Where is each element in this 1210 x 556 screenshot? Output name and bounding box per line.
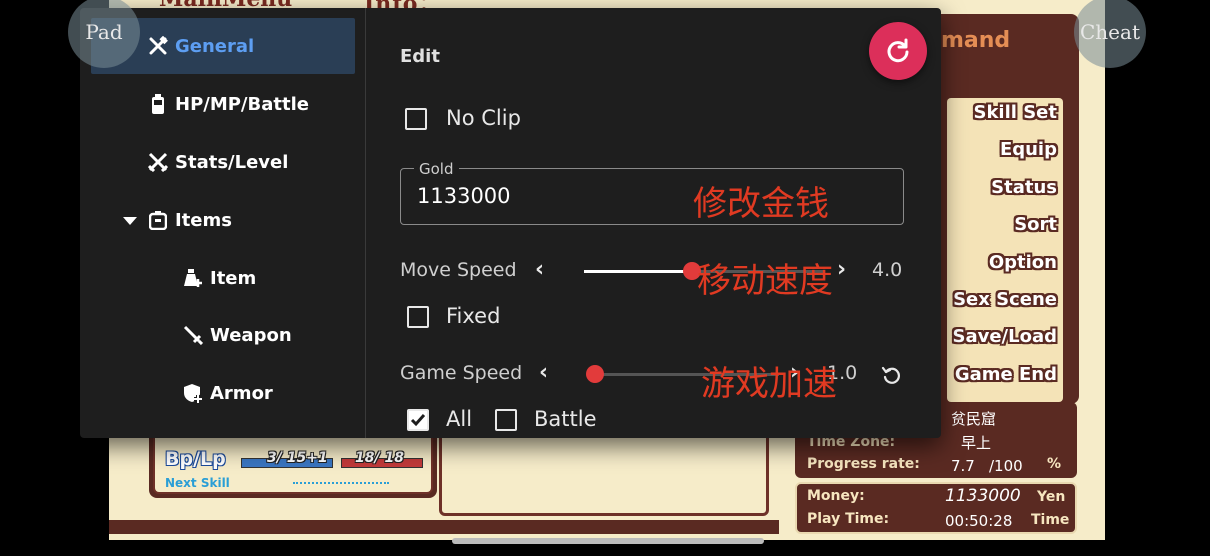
sword-icon bbox=[182, 324, 204, 346]
bp-lp-label: Bp/Lp bbox=[165, 448, 226, 470]
command-title: mand bbox=[941, 28, 1011, 53]
home-indicator bbox=[452, 538, 764, 544]
sidebar-item-label: Items bbox=[175, 209, 232, 231]
game-speed-annotation: 游戏加速 bbox=[701, 364, 837, 404]
reset-speed-button[interactable] bbox=[881, 364, 903, 390]
command-sort[interactable]: Sort bbox=[1014, 214, 1057, 235]
play-time-label: Play Time: bbox=[807, 511, 890, 527]
money-value: 1133000 bbox=[945, 486, 1021, 506]
game-speed-label: Game Speed bbox=[400, 362, 523, 384]
edit-panel: Edit No Clip Gold 1133000 修改金钱 Move Spee… bbox=[367, 8, 941, 438]
sidebar-item-label: Weapon bbox=[210, 324, 292, 346]
bag-icon bbox=[147, 209, 169, 231]
move-speed-value: 4.0 bbox=[872, 259, 903, 281]
progress-unit: % bbox=[1047, 456, 1062, 472]
move-speed-increase-button[interactable]: › bbox=[837, 257, 846, 282]
sidebar-item-label: Armor bbox=[210, 382, 273, 404]
game-speed-slider-thumb[interactable] bbox=[586, 365, 604, 383]
sidebar-item-item[interactable]: Item bbox=[91, 250, 355, 306]
sidebar-item-hp-mp-battle[interactable]: HP/MP/Battle bbox=[91, 76, 355, 132]
sidebar-item-weapon[interactable]: Weapon bbox=[91, 307, 355, 363]
game-bottom-frame bbox=[109, 520, 779, 534]
bp-value: 3/ 15+1 bbox=[267, 450, 328, 466]
next-skill-bar bbox=[293, 482, 389, 484]
crossed-swords-icon bbox=[147, 151, 169, 173]
info-panel bbox=[439, 430, 769, 516]
sidebar-item-label: General bbox=[175, 35, 255, 57]
lp-value: 18/ 18 bbox=[355, 450, 404, 466]
all-label: All bbox=[446, 407, 473, 431]
move-speed-decrease-button[interactable]: ‹ bbox=[535, 257, 544, 282]
command-save-load[interactable]: Save/Load bbox=[953, 326, 1058, 347]
progress-value: 7.7 bbox=[951, 457, 975, 475]
progress-label: Progress rate: bbox=[807, 456, 920, 472]
command-list: Skill Set Equip Status Sort Option Sex S… bbox=[947, 98, 1063, 402]
next-skill-label: Next Skill bbox=[165, 476, 230, 490]
move-speed-label: Move Speed bbox=[400, 259, 517, 281]
potion-icon bbox=[182, 267, 204, 289]
move-speed-fill bbox=[584, 270, 692, 273]
battery-icon bbox=[147, 93, 169, 115]
battle-label: Battle bbox=[534, 407, 597, 431]
command-option[interactable]: Option bbox=[989, 252, 1057, 273]
command-game-end[interactable]: Game End bbox=[955, 364, 1057, 385]
money-label: Money: bbox=[807, 488, 865, 504]
reset-icon bbox=[881, 366, 900, 384]
refresh-button[interactable] bbox=[869, 22, 927, 80]
fixed-checkbox[interactable] bbox=[407, 306, 429, 328]
no-clip-checkbox[interactable] bbox=[405, 108, 427, 130]
time-zone-value: 早上 bbox=[961, 434, 992, 452]
cheat-button[interactable]: Cheat bbox=[1074, 0, 1146, 68]
sidebar-item-items[interactable]: Items bbox=[91, 192, 355, 248]
fixed-label: Fixed bbox=[446, 304, 501, 328]
caret-down-icon bbox=[123, 210, 137, 231]
money-unit: Yen bbox=[1037, 489, 1066, 505]
money-panel: Money: 1133000 Yen Play Time: 00:50:28 T… bbox=[795, 482, 1077, 534]
battle-checkbox[interactable] bbox=[495, 409, 517, 431]
sidebar-item-label: HP/MP/Battle bbox=[175, 93, 309, 115]
play-time-unit: Time bbox=[1031, 512, 1070, 528]
all-checkbox[interactable] bbox=[407, 409, 429, 431]
checkmark-icon bbox=[410, 414, 426, 427]
sidebar-item-label: Item bbox=[210, 267, 257, 289]
location-name: 贫民窟 bbox=[951, 410, 997, 428]
game-speed-decrease-button[interactable]: ‹ bbox=[539, 360, 548, 385]
shield-icon bbox=[182, 382, 204, 404]
move-speed-annotation: 移动速度 bbox=[697, 261, 833, 301]
cheat-sidebar: General HP/MP/Battle Stats/Level Items I… bbox=[80, 8, 366, 438]
refresh-icon bbox=[887, 38, 909, 63]
tools-icon bbox=[147, 35, 169, 57]
sidebar-item-armor[interactable]: Armor bbox=[91, 365, 355, 421]
sidebar-item-stats-level[interactable]: Stats/Level bbox=[91, 134, 355, 190]
command-equip[interactable]: Equip bbox=[1000, 139, 1057, 160]
section-title: Edit bbox=[400, 46, 440, 67]
gold-annotation: 修改金钱 bbox=[693, 184, 829, 224]
gold-input[interactable]: 1133000 bbox=[417, 184, 511, 208]
sidebar-item-label: Stats/Level bbox=[175, 151, 289, 173]
no-clip-label: No Clip bbox=[446, 106, 521, 130]
progress-max: /100 bbox=[989, 457, 1023, 475]
command-sex-scene[interactable]: Sex Scene bbox=[953, 289, 1057, 310]
cheat-dialog: General HP/MP/Battle Stats/Level Items I… bbox=[80, 8, 941, 438]
gold-field-label: Gold bbox=[414, 160, 459, 178]
command-skill-set[interactable]: Skill Set bbox=[974, 102, 1058, 123]
command-status[interactable]: Status bbox=[991, 177, 1057, 198]
play-time-value: 00:50:28 bbox=[945, 512, 1013, 530]
